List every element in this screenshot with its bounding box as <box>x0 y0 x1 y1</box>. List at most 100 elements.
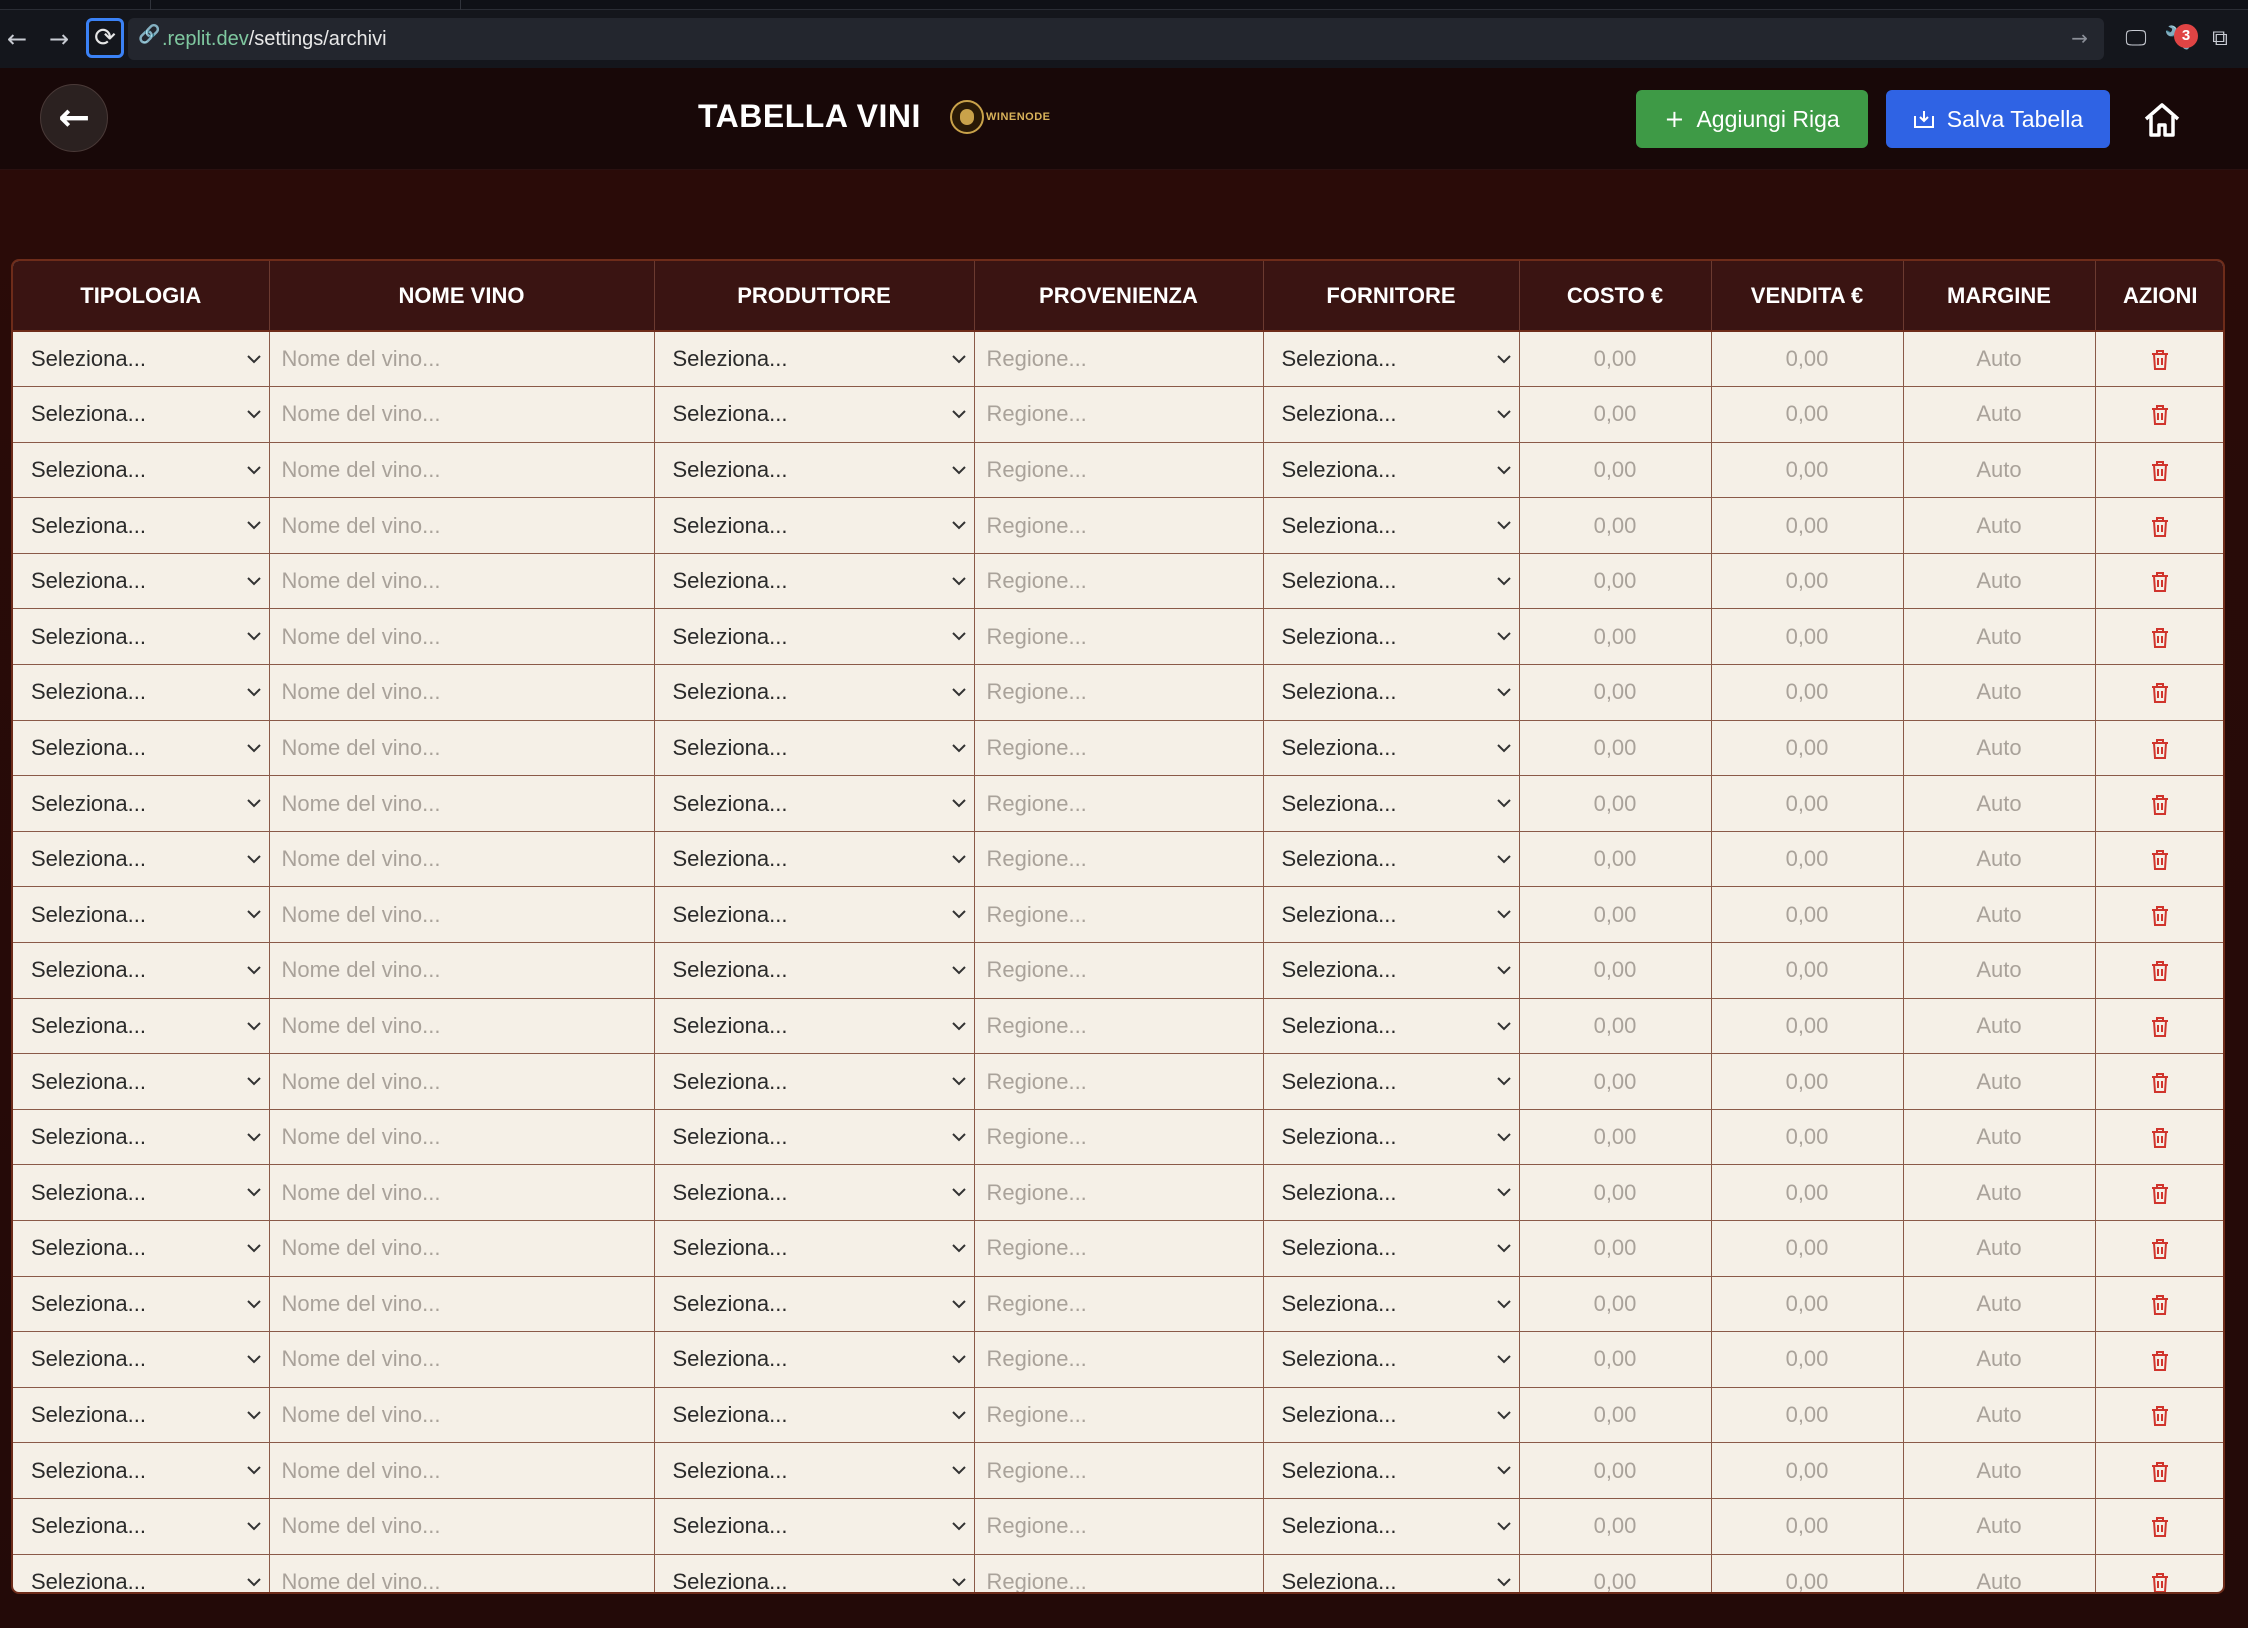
vendita-input[interactable]: 0,00 <box>1711 1276 1904 1333</box>
vendita-input[interactable]: 0,00 <box>1711 1109 1904 1166</box>
provenienza-input[interactable]: Regione... <box>974 942 1264 999</box>
trash-icon[interactable] <box>2149 1571 2171 1594</box>
fornitore-select[interactable]: Seleziona... <box>1263 720 1520 777</box>
wine-table-container[interactable]: TIPOLOGIA NOME VINO PRODUTTORE PROVENIEN… <box>11 259 2225 1594</box>
fornitore-select[interactable]: Seleziona... <box>1263 1554 1520 1592</box>
fornitore-select[interactable]: Seleziona... <box>1263 1387 1520 1444</box>
nome-vino-input[interactable]: Nome del vino... <box>269 1387 655 1444</box>
vendita-input[interactable]: 0,00 <box>1711 1331 1904 1388</box>
delete-row-button[interactable] <box>2095 886 2223 944</box>
tipologia-select[interactable]: Seleziona... <box>13 1276 270 1333</box>
fornitore-select[interactable]: Seleziona... <box>1263 831 1520 888</box>
fornitore-select[interactable]: Seleziona... <box>1263 1220 1520 1277</box>
produttore-select[interactable]: Seleziona... <box>654 442 975 499</box>
produttore-select[interactable]: Seleziona... <box>654 497 975 554</box>
nome-vino-input[interactable]: Nome del vino... <box>269 831 655 888</box>
provenienza-input[interactable]: Regione... <box>974 331 1264 388</box>
vendita-input[interactable]: 0,00 <box>1711 664 1904 721</box>
tipologia-select[interactable]: Seleziona... <box>13 1554 270 1592</box>
costo-input[interactable]: 0,00 <box>1519 331 1712 388</box>
delete-row-button[interactable] <box>2095 608 2223 666</box>
vendita-input[interactable]: 0,00 <box>1711 775 1904 832</box>
provenienza-input[interactable]: Regione... <box>974 720 1264 777</box>
produttore-select[interactable]: Seleziona... <box>654 720 975 777</box>
trash-icon[interactable] <box>2149 1515 2171 1539</box>
provenienza-input[interactable]: Regione... <box>974 1220 1264 1277</box>
vendita-input[interactable]: 0,00 <box>1711 831 1904 888</box>
nome-vino-input[interactable]: Nome del vino... <box>269 942 655 999</box>
vendita-input[interactable]: 0,00 <box>1711 720 1904 777</box>
trash-icon[interactable] <box>2149 570 2171 594</box>
delete-row-button[interactable] <box>2095 831 2223 888</box>
produttore-select[interactable]: Seleziona... <box>654 608 975 666</box>
costo-input[interactable]: 0,00 <box>1519 1109 1712 1166</box>
address-bar[interactable]: 🔗 .replit.dev/settings/archivi → <box>128 18 2104 60</box>
provenienza-input[interactable]: Regione... <box>974 1164 1264 1221</box>
provenienza-input[interactable]: Regione... <box>974 1498 1264 1555</box>
vendita-input[interactable]: 0,00 <box>1711 442 1904 499</box>
tipologia-select[interactable]: Seleziona... <box>13 1331 270 1388</box>
tipologia-select[interactable]: Seleziona... <box>13 553 270 610</box>
delete-row-button[interactable] <box>2095 1387 2223 1444</box>
produttore-select[interactable]: Seleziona... <box>654 998 975 1055</box>
produttore-select[interactable]: Seleziona... <box>654 942 975 999</box>
vendita-input[interactable]: 0,00 <box>1711 1498 1904 1555</box>
produttore-select[interactable]: Seleziona... <box>654 1276 975 1333</box>
nome-vino-input[interactable]: Nome del vino... <box>269 386 655 443</box>
produttore-select[interactable]: Seleziona... <box>654 1220 975 1277</box>
trash-icon[interactable] <box>2149 1126 2171 1150</box>
fornitore-select[interactable]: Seleziona... <box>1263 1053 1520 1110</box>
nome-vino-input[interactable]: Nome del vino... <box>269 608 655 666</box>
trash-icon[interactable] <box>2149 1349 2171 1373</box>
delete-row-button[interactable] <box>2095 998 2223 1055</box>
provenienza-input[interactable]: Regione... <box>974 442 1264 499</box>
delete-row-button[interactable] <box>2095 553 2223 610</box>
trash-icon[interactable] <box>2149 1015 2171 1039</box>
costo-input[interactable]: 0,00 <box>1519 664 1712 721</box>
tipologia-select[interactable]: Seleziona... <box>13 386 270 443</box>
delete-row-button[interactable] <box>2095 1554 2223 1594</box>
costo-input[interactable]: 0,00 <box>1519 1331 1712 1388</box>
trash-icon[interactable] <box>2149 793 2171 817</box>
delete-row-button[interactable] <box>2095 331 2223 388</box>
fornitore-select[interactable]: Seleziona... <box>1263 1498 1520 1555</box>
delete-row-button[interactable] <box>2095 942 2223 999</box>
provenienza-input[interactable]: Regione... <box>974 1331 1264 1388</box>
nome-vino-input[interactable]: Nome del vino... <box>269 1442 655 1499</box>
vendita-input[interactable]: 0,00 <box>1711 608 1904 666</box>
provenienza-input[interactable]: Regione... <box>974 998 1264 1055</box>
fornitore-select[interactable]: Seleziona... <box>1263 497 1520 554</box>
tipologia-select[interactable]: Seleziona... <box>13 775 270 832</box>
costo-input[interactable]: 0,00 <box>1519 1220 1712 1277</box>
costo-input[interactable]: 0,00 <box>1519 1498 1712 1555</box>
produttore-select[interactable]: Seleziona... <box>654 1331 975 1388</box>
costo-input[interactable]: 0,00 <box>1519 1276 1712 1333</box>
provenienza-input[interactable]: Regione... <box>974 1387 1264 1444</box>
trash-icon[interactable] <box>2149 1071 2171 1095</box>
trash-icon[interactable] <box>2149 1182 2171 1206</box>
costo-input[interactable]: 0,00 <box>1519 942 1712 999</box>
produttore-select[interactable]: Seleziona... <box>654 664 975 721</box>
delete-row-button[interactable] <box>2095 775 2223 832</box>
nome-vino-input[interactable]: Nome del vino... <box>269 1220 655 1277</box>
save-table-button[interactable]: Salva Tabella <box>1886 90 2110 148</box>
costo-input[interactable]: 0,00 <box>1519 1554 1712 1592</box>
nome-vino-input[interactable]: Nome del vino... <box>269 331 655 388</box>
provenienza-input[interactable]: Regione... <box>974 608 1264 666</box>
fornitore-select[interactable]: Seleziona... <box>1263 386 1520 443</box>
browser-back-icon[interactable]: ← <box>2 24 32 54</box>
produttore-select[interactable]: Seleziona... <box>654 831 975 888</box>
costo-input[interactable]: 0,00 <box>1519 1387 1712 1444</box>
provenienza-input[interactable]: Regione... <box>974 553 1264 610</box>
home-icon[interactable] <box>2140 98 2184 142</box>
nome-vino-input[interactable]: Nome del vino... <box>269 553 655 610</box>
tipologia-select[interactable]: Seleziona... <box>13 1442 270 1499</box>
vendita-input[interactable]: 0,00 <box>1711 1442 1904 1499</box>
provenienza-input[interactable]: Regione... <box>974 497 1264 554</box>
trash-icon[interactable] <box>2149 681 2171 705</box>
nome-vino-input[interactable]: Nome del vino... <box>269 720 655 777</box>
delete-row-button[interactable] <box>2095 1053 2223 1110</box>
tipologia-select[interactable]: Seleziona... <box>13 608 270 666</box>
fornitore-select[interactable]: Seleziona... <box>1263 1109 1520 1166</box>
vendita-input[interactable]: 0,00 <box>1711 886 1904 944</box>
